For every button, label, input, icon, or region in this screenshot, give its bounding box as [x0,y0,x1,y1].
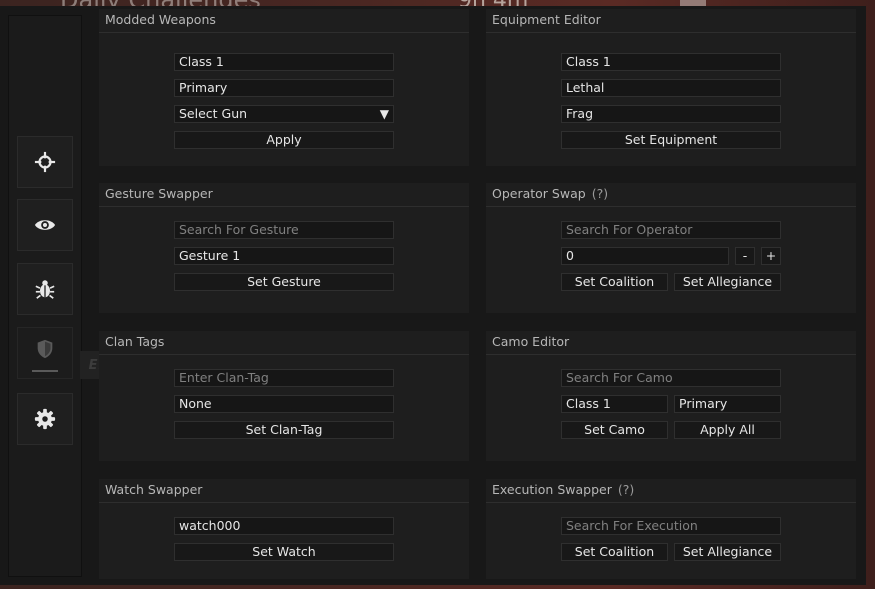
class-field[interactable]: Class 1 [174,53,394,71]
caret-down-icon: ▼ [379,107,389,121]
operator-search-input[interactable]: Search For Operator [561,221,781,239]
panel-camo-editor: Camo Editor Search For Camo Class 1 Prim… [486,331,856,461]
panel-clan-tags: Clan Tags Enter Clan-Tag None Set Clan-T… [99,331,469,461]
sidebar-item-aim[interactable] [17,136,73,188]
divider [99,502,469,503]
panel-gesture-swapper: Gesture Swapper Search For Gesture Gestu… [99,183,469,313]
gear-icon [34,408,56,430]
sidebar-item-visuals[interactable] [17,199,73,251]
execution-search-input[interactable]: Search For Execution [561,517,781,535]
mod-menu-window: EDITORS Modded Weapons Class 1 Primary S… [0,6,866,585]
panel-operator-swap: Operator Swap (?) Search For Operator 0 -… [486,183,856,313]
sidebar-item-misc[interactable] [17,263,73,315]
panel-title: Operator Swap (?) [492,186,608,201]
panel-title: Watch Swapper [105,482,203,497]
panel-title: Equipment Editor [492,12,601,27]
select-gun-dropdown[interactable]: Select Gun ▼ [174,105,394,123]
bug-icon [35,280,55,299]
increment-button[interactable]: + [761,247,781,265]
set-camo-button[interactable]: Set Camo [561,421,668,439]
divider [486,354,856,355]
crosshair-icon [34,151,56,173]
sidebar-item-settings[interactable] [17,393,73,445]
sidebar-item-editors[interactable] [17,327,73,379]
clan-tag-field[interactable]: None [174,395,394,413]
weapon-slot-field[interactable]: Primary [174,79,394,97]
apply-all-button[interactable]: Apply All [674,421,781,439]
camo-slot-field[interactable]: Primary [674,395,781,413]
set-allegiance-button[interactable]: Set Allegiance [674,273,781,291]
select-gun-label: Select Gun [179,106,248,121]
panel-title-text: Execution Swapper [492,482,612,497]
panel-title: Modded Weapons [105,12,216,27]
panel-title: Camo Editor [492,334,570,349]
sidebar [8,15,82,577]
watch-field[interactable]: watch000 [174,517,394,535]
help-icon[interactable]: (?) [592,186,608,201]
decrement-button[interactable]: - [735,247,755,265]
help-icon[interactable]: (?) [618,482,634,497]
divider [99,354,469,355]
set-coalition-button[interactable]: Set Coalition [561,543,668,561]
panel-execution-swapper: Execution Swapper (?) Search For Executio… [486,479,856,579]
shield-icon [37,339,53,359]
divider [99,32,469,33]
set-coalition-button[interactable]: Set Coalition [561,273,668,291]
camo-class-field[interactable]: Class 1 [561,395,668,413]
panel-watch-swapper: Watch Swapper watch000 Set Watch [99,479,469,579]
set-gesture-button[interactable]: Set Gesture [174,273,394,291]
active-indicator [32,370,58,372]
gesture-field[interactable]: Gesture 1 [174,247,394,265]
set-allegiance-button[interactable]: Set Allegiance [674,543,781,561]
panel-modded-weapons: Modded Weapons Class 1 Primary Select Gu… [99,9,469,166]
set-equipment-button[interactable]: Set Equipment [561,131,781,149]
equipment-type-field[interactable]: Lethal [561,79,781,97]
clan-tag-input[interactable]: Enter Clan-Tag [174,369,394,387]
set-clan-tag-button[interactable]: Set Clan-Tag [174,421,394,439]
apply-button[interactable]: Apply [174,131,394,149]
panel-title-text: Operator Swap [492,186,586,201]
panel-title: Gesture Swapper [105,186,213,201]
eye-icon [34,220,56,230]
divider [486,32,856,33]
camo-search-input[interactable]: Search For Camo [561,369,781,387]
panel-equipment-editor: Equipment Editor Class 1 Lethal Frag Set… [486,9,856,166]
panel-title: Execution Swapper (?) [492,482,634,497]
class-field[interactable]: Class 1 [561,53,781,71]
divider [99,206,469,207]
set-watch-button[interactable]: Set Watch [174,543,394,561]
divider [486,206,856,207]
equipment-item-field[interactable]: Frag [561,105,781,123]
operator-index-field[interactable]: 0 [561,247,729,265]
gesture-search-input[interactable]: Search For Gesture [174,221,394,239]
panel-title: Clan Tags [105,334,165,349]
divider [486,502,856,503]
